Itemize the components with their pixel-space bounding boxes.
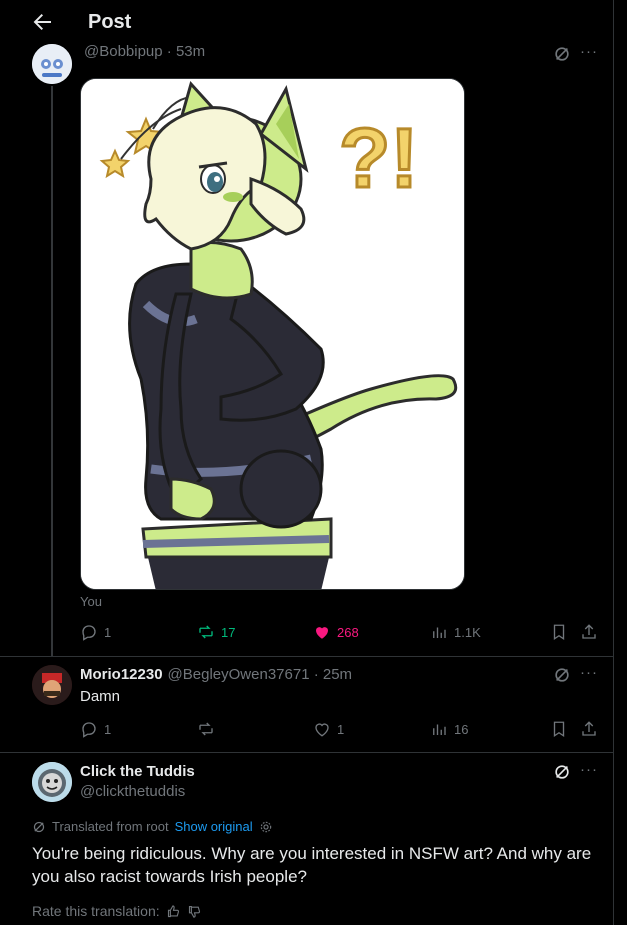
share-button[interactable] bbox=[580, 623, 598, 641]
column-border bbox=[613, 0, 614, 925]
post-actions: 1 1 16 bbox=[80, 720, 600, 740]
rate-label: Rate this translation: bbox=[32, 903, 160, 919]
share-icon bbox=[582, 624, 596, 639]
repost-icon bbox=[199, 722, 213, 736]
grok-icon[interactable] bbox=[553, 763, 571, 785]
top-header: Post bbox=[0, 0, 613, 46]
divider bbox=[0, 656, 613, 657]
reply-icon bbox=[82, 722, 96, 738]
thread-connector-line bbox=[51, 86, 53, 656]
show-original-link[interactable]: Show original bbox=[175, 819, 253, 834]
heart-icon bbox=[315, 723, 329, 737]
like-button[interactable]: 1 bbox=[313, 720, 344, 738]
thumbs-up-icon[interactable] bbox=[166, 904, 181, 919]
views-icon bbox=[433, 627, 446, 638]
repost-button[interactable] bbox=[197, 720, 221, 738]
avatar[interactable] bbox=[32, 44, 72, 84]
reply-button[interactable]: 1 bbox=[80, 720, 111, 738]
reply-count: 1 bbox=[104, 721, 112, 737]
avatar-image bbox=[32, 665, 72, 705]
share-icon bbox=[582, 721, 596, 736]
views-count: 1.1K bbox=[454, 624, 481, 640]
avatar-image bbox=[32, 762, 72, 802]
bookmark-icon bbox=[553, 624, 565, 641]
more-options-icon[interactable]: ··· bbox=[580, 43, 598, 60]
heart-filled-icon bbox=[316, 627, 328, 639]
user-name[interactable]: Morio12230 bbox=[80, 666, 163, 683]
post-media-image[interactable]: ?! bbox=[80, 78, 465, 590]
repost-button[interactable]: 17 bbox=[197, 623, 235, 641]
views-icon bbox=[433, 724, 446, 735]
more-options-icon[interactable]: ··· bbox=[580, 664, 598, 681]
repost-count: 17 bbox=[221, 624, 236, 640]
reply-text: Damn bbox=[80, 688, 121, 705]
svg-text:?!: ?! bbox=[339, 111, 418, 205]
post-actions: 1 17 268 1.1K bbox=[80, 623, 600, 643]
reply-text: You're being ridiculous. Why are you int… bbox=[32, 844, 592, 886]
views-button[interactable]: 1.1K bbox=[430, 623, 481, 641]
views-count: 16 bbox=[454, 721, 469, 737]
like-count: 268 bbox=[337, 624, 359, 640]
like-button[interactable]: 268 bbox=[313, 623, 359, 641]
page-title: Post bbox=[88, 11, 132, 33]
user-handle[interactable]: @clickthetuddis bbox=[80, 783, 185, 800]
repost-icon bbox=[199, 625, 213, 639]
more-options-icon[interactable]: ··· bbox=[580, 761, 598, 778]
translation-notice: Translated from root Show original bbox=[32, 819, 273, 834]
back-button[interactable] bbox=[30, 10, 54, 34]
views-button[interactable]: 16 bbox=[430, 720, 468, 738]
avatar[interactable] bbox=[32, 762, 72, 802]
user-name[interactable]: Click the Tuddis bbox=[80, 763, 195, 780]
grok-icon[interactable] bbox=[553, 666, 571, 688]
avatar[interactable] bbox=[32, 665, 72, 705]
reply-count: 1 bbox=[104, 624, 112, 640]
bookmark-button[interactable] bbox=[550, 623, 568, 641]
like-count: 1 bbox=[337, 721, 345, 737]
share-button[interactable] bbox=[580, 720, 598, 738]
thumbs-down-icon[interactable] bbox=[187, 904, 202, 919]
divider bbox=[0, 752, 613, 753]
grok-icon[interactable] bbox=[553, 45, 571, 67]
bookmark-icon bbox=[553, 721, 565, 738]
post-handle-time[interactable]: @Bobbipup · 53m bbox=[84, 43, 205, 60]
arrow-left-icon bbox=[33, 14, 51, 30]
reply1-header: Morio12230 @BegleyOwen37671 · 25m bbox=[80, 666, 352, 683]
gear-icon[interactable] bbox=[259, 820, 273, 834]
cat-girl-illustration: ?! bbox=[81, 79, 464, 589]
user-handle-time[interactable]: @BegleyOwen37671 · 25m bbox=[168, 666, 353, 683]
reply-icon bbox=[82, 625, 96, 641]
translated-label: Translated from root bbox=[52, 819, 169, 834]
rate-translation: Rate this translation: bbox=[32, 903, 202, 919]
media-caption: You bbox=[80, 594, 102, 609]
reply-button[interactable]: 1 bbox=[80, 623, 111, 641]
translate-icon bbox=[33, 821, 45, 832]
avatar-image bbox=[32, 44, 72, 84]
bookmark-button[interactable] bbox=[550, 720, 568, 738]
